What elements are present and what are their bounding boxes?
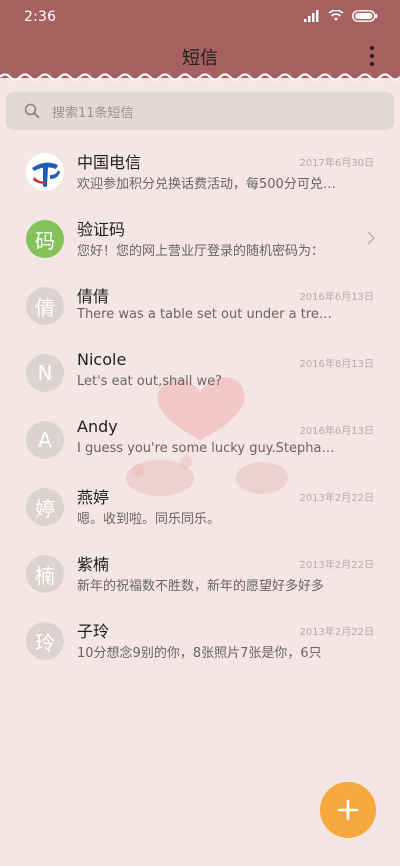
message-list: 中国电信 2017年6月30日 欢迎参加积分兑换话费活动，每500分可兑换20元…	[0, 141, 400, 677]
app-header: 2:36 短信	[0, 0, 400, 78]
china-telecom-logo	[27, 154, 63, 190]
message-preview: 欢迎参加积分兑换话费活动，每500分可兑换20元话费	[77, 177, 339, 192]
message-date: 2016年6月13日	[299, 359, 374, 370]
list-item[interactable]: 倩 倩倩 2016年6月13日 There was a table set ou…	[0, 275, 400, 342]
new-message-button[interactable]	[320, 782, 376, 838]
search-placeholder: 搜索11条短信	[52, 106, 134, 121]
plus-icon	[337, 799, 359, 821]
header-scallop-edge	[0, 72, 400, 81]
message-date: 2013年2月22日	[299, 493, 374, 504]
contact-name: Andy	[77, 417, 118, 436]
wifi-icon	[328, 10, 344, 21]
message-date: 2013年2月22日	[299, 627, 374, 638]
avatar: 倩	[26, 287, 64, 325]
search-input[interactable]: 搜索11条短信	[6, 92, 394, 130]
message-preview: Let's eat out,shall we?	[77, 374, 223, 389]
list-item[interactable]: N Nicole 2016年6月13日 Let's eat out,shall …	[0, 342, 400, 409]
list-item[interactable]: A Andy 2016年6月13日 I guess you're some lu…	[0, 409, 400, 476]
list-item[interactable]: 婷 燕婷 2013年2月22日 嗯。收到啦。同乐同乐。	[0, 476, 400, 543]
list-item[interactable]: 玲 子玲 2013年2月22日 10分想念9别的你，8张照片7张是你，6只	[0, 610, 400, 677]
message-date: 2016年6月13日	[299, 292, 374, 303]
list-item[interactable]: 码 验证码 您好！您的网上营业厅登录的随机密码为：	[0, 208, 400, 275]
list-item[interactable]: 中国电信 2017年6月30日 欢迎参加积分兑换话费活动，每500分可兑换20元…	[0, 141, 400, 208]
avatar: 码	[26, 220, 64, 258]
message-preview: 10分想念9别的你，8张照片7张是你，6只	[77, 646, 322, 661]
more-vertical-icon[interactable]	[364, 44, 380, 68]
avatar: A	[26, 421, 64, 459]
message-date: 2013年2月22日	[299, 560, 374, 571]
avatar: 楠	[26, 555, 64, 593]
status-icons	[304, 10, 378, 22]
search-icon	[24, 103, 40, 119]
battery-icon	[352, 10, 378, 22]
message-date: 2016年6月13日	[299, 426, 374, 437]
page-title: 短信	[182, 48, 218, 69]
message-date: 2017年6月30日	[299, 158, 374, 169]
message-preview: 新年的祝福数不胜数，新年的愿望好多好多	[77, 579, 325, 594]
contact-name: 紫楠	[77, 555, 110, 574]
chevron-right-icon	[367, 231, 376, 245]
contact-name: 验证码	[77, 220, 126, 239]
avatar: 婷	[26, 488, 64, 526]
contact-name: 中国电信	[77, 153, 142, 172]
avatar: N	[26, 354, 64, 392]
china-telecom-logo-avatar	[26, 153, 64, 191]
contact-name: 子玲	[77, 622, 110, 641]
signal-icon	[304, 10, 319, 22]
contact-name: 倩倩	[77, 287, 110, 306]
status-time: 2:36	[24, 9, 57, 25]
message-preview: 嗯。收到啦。同乐同乐。	[77, 512, 221, 527]
contact-name: 燕婷	[77, 488, 110, 507]
message-preview: There was a table set out under a tree i…	[77, 307, 339, 322]
message-preview: 您好！您的网上营业厅登录的随机密码为：	[77, 244, 325, 259]
message-preview: I guess you're some lucky guy.Stephanie	[77, 441, 339, 456]
list-item[interactable]: 楠 紫楠 2013年2月22日 新年的祝福数不胜数，新年的愿望好多好多	[0, 543, 400, 610]
avatar: 玲	[26, 622, 64, 660]
contact-name: Nicole	[77, 350, 127, 369]
